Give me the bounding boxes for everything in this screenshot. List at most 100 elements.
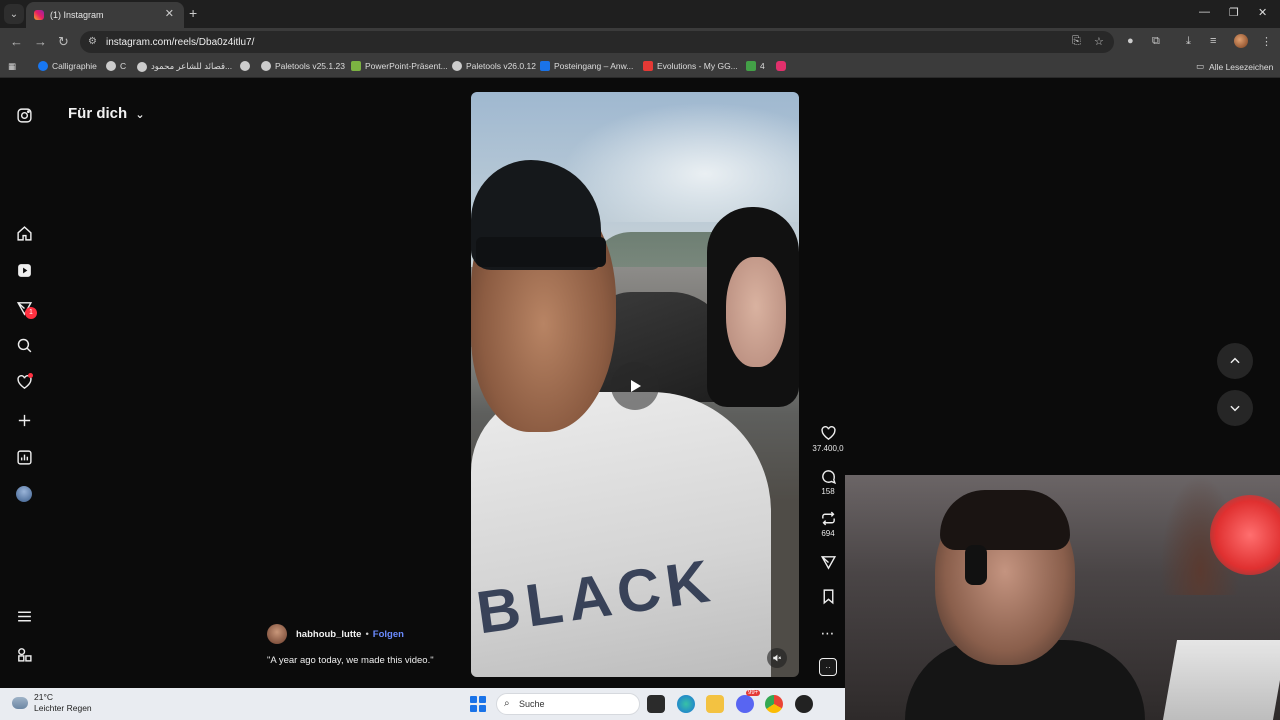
browser-menu-icon[interactable]: ⋮ bbox=[1261, 35, 1272, 48]
taskbar-search[interactable]: ⌕ Suche bbox=[496, 693, 640, 715]
notification-dot bbox=[28, 373, 33, 378]
also-from-meta-icon[interactable] bbox=[14, 644, 34, 664]
chrome-icon[interactable] bbox=[765, 695, 783, 713]
close-window-button[interactable]: ✕ bbox=[1258, 6, 1267, 19]
profile-avatar[interactable] bbox=[1234, 34, 1248, 48]
edge-browser-icon[interactable] bbox=[677, 695, 695, 713]
comment-icon[interactable] bbox=[820, 468, 837, 485]
separator-dot: • bbox=[365, 628, 369, 640]
instagram-sidebar: 1 bbox=[0, 78, 50, 688]
site-info-icon[interactable]: ⚙ bbox=[88, 36, 97, 47]
play-button[interactable] bbox=[611, 362, 659, 410]
create-plus-icon[interactable] bbox=[14, 410, 34, 430]
globe-icon bbox=[106, 61, 116, 71]
notification-badge: 1 bbox=[25, 307, 37, 319]
browser-tab-instagram[interactable]: (1) Instagram ✕ bbox=[26, 2, 184, 28]
search-icon[interactable] bbox=[14, 335, 34, 355]
close-tab-icon[interactable]: ✕ bbox=[165, 7, 174, 20]
dashboard-icon[interactable] bbox=[14, 447, 34, 467]
restore-window-button[interactable]: ❐ bbox=[1229, 6, 1239, 19]
audio-thumbnail-icon[interactable]: ·· bbox=[806, 658, 850, 676]
instagram-icon bbox=[776, 61, 786, 71]
bookmark-item[interactable] bbox=[776, 61, 790, 71]
instagram-logo-icon[interactable] bbox=[14, 105, 34, 125]
home-icon[interactable] bbox=[14, 223, 34, 243]
feed-selector[interactable]: Für dich ⌄ bbox=[68, 105, 145, 122]
apps-grid-icon[interactable]: ▦ bbox=[8, 61, 16, 72]
bookmark-item[interactable]: 4 bbox=[746, 61, 765, 71]
messages-icon[interactable]: 1 bbox=[14, 298, 37, 319]
task-view-icon[interactable] bbox=[647, 695, 665, 713]
follow-button[interactable]: Folgen bbox=[373, 629, 404, 640]
forward-button[interactable]: → bbox=[34, 34, 47, 49]
spreadsheet-icon bbox=[351, 61, 361, 71]
minimize-window-button[interactable]: — bbox=[1199, 6, 1210, 18]
like-action[interactable]: 37.400,0 bbox=[806, 425, 850, 453]
install-app-icon[interactable]: ⎘ bbox=[1072, 35, 1081, 48]
like-count: 37.400,0 bbox=[812, 444, 844, 453]
facebook-icon bbox=[38, 61, 48, 71]
windows-taskbar: 21°C Leichter Regen ⌕ Suche 99+ bbox=[0, 688, 845, 720]
bookmark-item[interactable] bbox=[240, 61, 254, 71]
bookmark-star-icon[interactable]: ☆ bbox=[1094, 35, 1104, 48]
profile-avatar[interactable] bbox=[14, 484, 34, 504]
headset-icon bbox=[965, 545, 987, 585]
bookmark-item[interactable]: قصائد للشاعر محمود... bbox=[137, 61, 232, 72]
comment-action[interactable]: 158 bbox=[806, 468, 850, 496]
reel-caption[interactable]: "A year ago today, we made this video." bbox=[267, 655, 434, 666]
webcam-overlay bbox=[845, 475, 1280, 720]
bookmark-item[interactable]: C bbox=[106, 61, 126, 71]
reel-video[interactable]: BLACK bbox=[471, 92, 799, 677]
globe-icon bbox=[240, 61, 250, 71]
more-menu-icon[interactable] bbox=[14, 606, 34, 626]
weather-condition: Leichter Regen bbox=[34, 703, 92, 713]
heart-icon[interactable] bbox=[820, 425, 837, 442]
browser-toolbar: ← → ↻ ⚙ instagram.com/reels/Dba0z4itlu7/… bbox=[0, 28, 1280, 56]
bookmark-item[interactable]: Paletools v25.1.23 bbox=[261, 61, 345, 71]
globe-icon bbox=[261, 61, 271, 71]
notifications-heart-icon[interactable] bbox=[14, 372, 34, 392]
extensions-puzzle-icon[interactable]: ⧉ bbox=[1152, 35, 1160, 48]
tab-title: (1) Instagram bbox=[50, 10, 104, 20]
all-bookmarks-folder[interactable]: ▭ Alle Lesezeichen bbox=[1196, 61, 1273, 72]
folder-icon: ▭ bbox=[1196, 61, 1205, 71]
tab-search-dropdown[interactable]: ⌄ bbox=[4, 4, 24, 24]
mail-icon bbox=[540, 61, 550, 71]
file-explorer-icon[interactable] bbox=[706, 695, 724, 713]
bookmark-item[interactable]: Posteingang – Anw... bbox=[540, 61, 633, 71]
media-control-icon[interactable]: ≡ bbox=[1210, 35, 1216, 47]
browser-tab-strip: ⌄ (1) Instagram ✕ + — ❐ ✕ bbox=[0, 0, 1280, 28]
address-bar[interactable]: ⚙ instagram.com/reels/Dba0z4itlu7/ ⎘ ☆ bbox=[80, 31, 1114, 53]
reload-button[interactable]: ↻ bbox=[58, 34, 69, 50]
bookmarks-bar: ▦ Calligraphie C قصائد للشاعر محمود... P… bbox=[0, 56, 1280, 78]
weather-widget[interactable]: 21°C Leichter Regen bbox=[12, 692, 92, 714]
repost-action[interactable]: 694 bbox=[806, 510, 850, 538]
author-username[interactable]: habhoub_lutte bbox=[296, 629, 361, 640]
repost-count: 694 bbox=[821, 529, 835, 538]
feed-title: Für dich bbox=[68, 105, 128, 122]
app-icon[interactable] bbox=[795, 695, 813, 713]
previous-reel-button[interactable] bbox=[1217, 343, 1253, 379]
bookmark-item[interactable]: Calligraphie bbox=[38, 61, 97, 71]
author-avatar[interactable] bbox=[267, 624, 287, 644]
bookmark-item[interactable]: Paletools v26.0.12 bbox=[452, 61, 536, 71]
reels-icon[interactable] bbox=[14, 260, 34, 280]
ggg-icon bbox=[643, 61, 653, 71]
back-button[interactable]: ← bbox=[10, 34, 23, 49]
bookmark-save-icon[interactable] bbox=[806, 588, 850, 605]
extension-icon[interactable]: ● bbox=[1127, 35, 1134, 47]
new-tab-button[interactable]: + bbox=[189, 5, 197, 21]
windows-start-icon[interactable] bbox=[470, 696, 486, 712]
bookmark-item[interactable]: Evolutions - My GG... bbox=[643, 61, 738, 71]
discord-badge: 99+ bbox=[746, 690, 761, 696]
more-options-icon[interactable]: ⋯ bbox=[806, 625, 850, 642]
share-icon[interactable] bbox=[806, 554, 850, 571]
downloads-icon[interactable]: ⤓ bbox=[1186, 35, 1191, 48]
discord-icon[interactable]: 99+ bbox=[736, 690, 761, 713]
repost-icon[interactable] bbox=[820, 510, 837, 527]
mute-icon[interactable] bbox=[767, 648, 787, 668]
comment-count: 158 bbox=[821, 487, 835, 496]
bookmark-item[interactable]: PowerPoint-Präsent... bbox=[351, 61, 448, 71]
taskbar-search-label: Suche bbox=[519, 699, 545, 709]
next-reel-button[interactable] bbox=[1217, 390, 1253, 426]
